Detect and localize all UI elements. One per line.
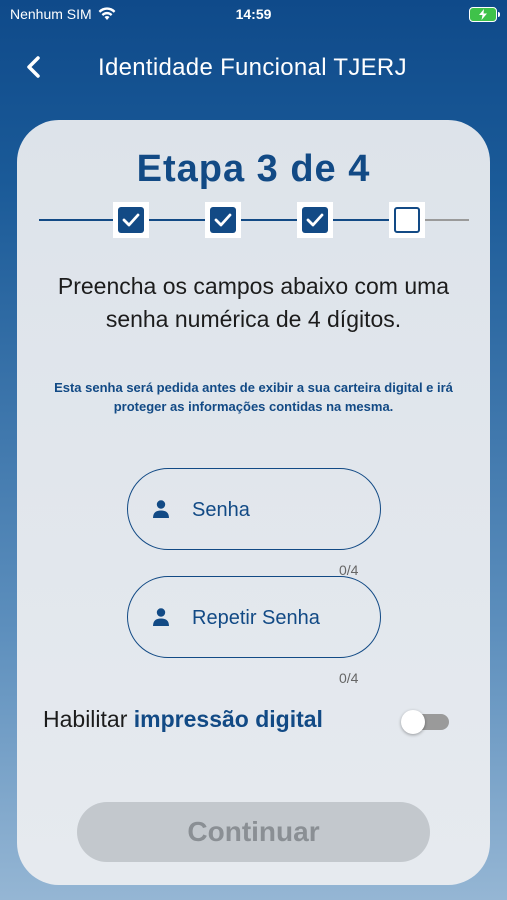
- password-input[interactable]: [192, 495, 362, 525]
- step-4-checkbox: [389, 202, 425, 238]
- biometric-row: Habilitar impressão digital: [43, 704, 463, 740]
- chevron-left-icon: [27, 56, 40, 78]
- instructions-text: Preencha os campos abaixo com uma senha …: [57, 273, 450, 332]
- form-card: Etapa 3 de 4 Preencha os campos abaixo c…: [17, 120, 490, 885]
- check-icon: [122, 213, 140, 227]
- continue-button[interactable]: Continuar: [77, 802, 430, 862]
- check-icon: [214, 213, 232, 227]
- nav-bar: Identidade Funcional TJERJ: [0, 44, 507, 90]
- person-icon: [153, 500, 169, 518]
- repeat-password-field[interactable]: [127, 576, 381, 658]
- charging-icon: [479, 9, 487, 20]
- progress-line: [39, 219, 113, 221]
- page-title: Identidade Funcional TJERJ: [98, 54, 407, 81]
- status-time: 14:59: [235, 6, 272, 22]
- step-progress: [39, 200, 469, 240]
- empty-checkbox-icon: [394, 207, 420, 233]
- biometric-label-prefix: Habilitar: [43, 706, 134, 732]
- step-title: Etapa 3 de 4: [136, 148, 371, 190]
- biometric-toggle[interactable]: [401, 710, 451, 734]
- security-note: Esta senha será pedida antes de exibir a…: [54, 380, 453, 414]
- step-2-checkbox: [205, 202, 241, 238]
- biometric-label-emphasis: impressão digital: [133, 706, 323, 732]
- back-button[interactable]: [18, 50, 48, 84]
- progress-line: [425, 219, 469, 221]
- step-1-checkbox: [113, 202, 149, 238]
- status-bar: Nenhum SIM 14:59: [0, 0, 507, 30]
- repeat-password-counter: 0/4: [339, 670, 359, 686]
- progress-line: [149, 219, 205, 221]
- battery-icon: [469, 7, 500, 22]
- biometric-label: Habilitar impressão digital: [43, 706, 323, 733]
- progress-line: [241, 219, 297, 221]
- repeat-password-input[interactable]: [192, 603, 362, 633]
- step-3-checkbox: [297, 202, 333, 238]
- person-icon: [153, 608, 169, 626]
- password-field[interactable]: [127, 468, 381, 550]
- progress-line: [333, 219, 389, 221]
- check-icon: [306, 213, 324, 227]
